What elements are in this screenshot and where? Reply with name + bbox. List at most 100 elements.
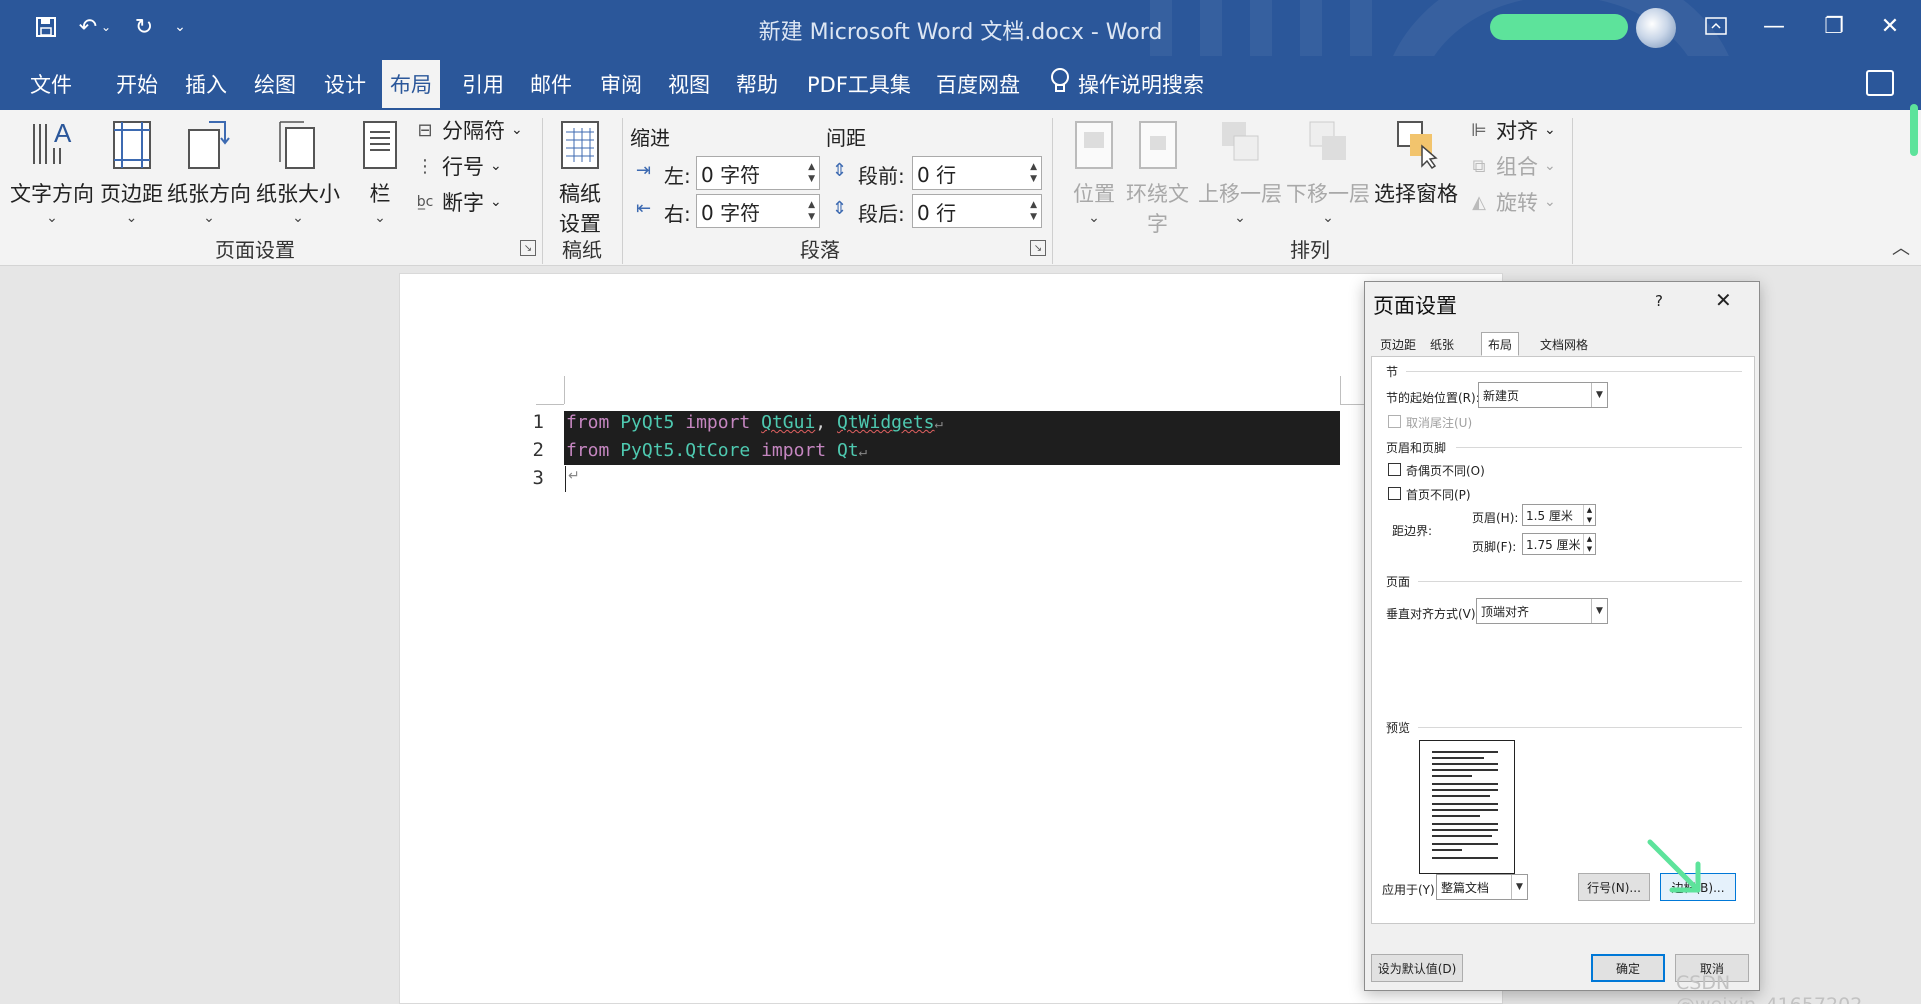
tab-mailings[interactable]: 邮件 (522, 60, 580, 108)
comments-icon[interactable] (1866, 70, 1894, 96)
group-divider (1572, 118, 1573, 264)
tab-paper[interactable]: 纸张 (1423, 332, 1461, 356)
margins-button[interactable]: 页边距 ⌄ (100, 118, 163, 226)
dialog-title: 页面设置 (1373, 294, 1457, 318)
apply-to-select[interactable]: 整篇文档 ▼ (1436, 874, 1528, 900)
orientation-button[interactable]: 纸张方向 ⌄ (167, 118, 251, 226)
first-page-label: 首页不同(P) (1406, 488, 1471, 502)
indent-left-value: 0 字符 (701, 162, 761, 187)
set-default-button[interactable]: 设为默认值(D) (1371, 954, 1463, 982)
header-distance-field[interactable]: 1.5 厘米 ▲ ▼ (1522, 504, 1596, 526)
columns-button[interactable]: 栏 ⌄ (356, 118, 404, 226)
code-line-1[interactable]: from PyQt5 import QtGui, QtWidgets↵ (566, 412, 943, 433)
indent-left-label: 左: (664, 164, 691, 188)
footer-distance-field[interactable]: 1.75 厘米 ▲ ▼ (1522, 533, 1596, 555)
hyphenation-icon: b̲c (416, 194, 434, 210)
indent-right-field[interactable]: 0 字符 ▲ ▼ (696, 194, 820, 228)
size-label: 纸张大小 (256, 182, 340, 206)
indent-left-field[interactable]: 0 字符 ▲ ▼ (696, 156, 820, 190)
indent-right-icon: ⇤ (636, 198, 652, 219)
align-label: 对齐 (1496, 119, 1538, 143)
avatar[interactable] (1636, 8, 1676, 48)
section-start-select[interactable]: 新建页 ▼ (1478, 382, 1608, 408)
manuscript-settings-button[interactable]: 稿纸 设置 (556, 118, 604, 238)
close-icon[interactable]: ✕ (1715, 288, 1732, 312)
tab-layout[interactable]: 布局 (1481, 332, 1520, 356)
tab-help[interactable]: 帮助 (728, 60, 786, 108)
title-bar: ↶ ⌄ ↻ ⌄ 新建 Microsoft Word 文档.docx - Word… (0, 0, 1921, 56)
preview-line (1432, 795, 1490, 797)
tab-layout[interactable]: 布局 (382, 60, 440, 108)
apply-to-value: 整篇文档 (1441, 880, 1490, 895)
text-direction-label: 文字方向 (10, 182, 94, 206)
code-line-2[interactable]: from PyQt5.QtCore import Qt↵ (566, 440, 867, 461)
group-button[interactable]: ⧉ 组合 ⌄ (1468, 150, 1556, 182)
code-identifier: QtWidgets (836, 412, 935, 433)
spin-arrows-icon[interactable]: ▲ ▼ (1030, 157, 1037, 189)
bring-forward-button[interactable]: 上移一层 ⌄ (1198, 118, 1282, 226)
preview-line (1432, 809, 1498, 811)
tab-review[interactable]: 审阅 (592, 60, 650, 108)
ribbon-display-options-icon[interactable] (1692, 6, 1740, 46)
paragraph-launcher-icon[interactable]: ↘ (1030, 240, 1046, 256)
group-divider (542, 118, 543, 264)
line-numbers-button[interactable]: ⋮ 行号 ⌄ (414, 150, 502, 182)
ok-button[interactable]: 确定 (1591, 954, 1665, 982)
scrollbar-thumb[interactable] (1910, 104, 1918, 156)
tab-file[interactable]: 文件 (22, 60, 80, 108)
svg-text:A: A (54, 118, 72, 148)
chevron-down-icon: ⌄ (1234, 210, 1246, 226)
tab-insert[interactable]: 插入 (177, 60, 235, 108)
spin-arrows-icon[interactable]: ▲ ▼ (1583, 505, 1595, 525)
tab-view[interactable]: 视图 (660, 60, 718, 108)
tab-baidu-netdisk[interactable]: 百度网盘 (928, 60, 1028, 108)
page-setup-launcher-icon[interactable]: ↘ (520, 240, 536, 256)
spacing-after-field[interactable]: 0 行 ▲ ▼ (912, 194, 1042, 228)
apply-to-label: 应用于(Y): (1382, 883, 1439, 897)
close-icon[interactable]: ✕ (1866, 6, 1914, 46)
selection-pane-button[interactable]: 选择窗格 (1374, 118, 1458, 208)
minimize-icon[interactable]: — (1750, 6, 1798, 46)
line-number: 2 (532, 439, 544, 461)
spin-arrows-icon[interactable]: ▲ ▼ (808, 195, 815, 227)
tab-home[interactable]: 开始 (108, 60, 166, 108)
first-page-checkbox[interactable] (1388, 487, 1401, 500)
tab-pdf-tools[interactable]: PDF工具集 (799, 60, 919, 108)
spin-arrows-icon[interactable]: ▲ ▼ (808, 157, 815, 189)
vertical-align-select[interactable]: 顶端对齐 ▼ (1476, 598, 1608, 624)
tab-design[interactable]: 设计 (316, 60, 374, 108)
wrap-text-icon (1134, 118, 1182, 172)
tab-document-grid[interactable]: 文档网格 (1533, 332, 1595, 356)
spacing-before-field[interactable]: 0 行 ▲ ▼ (912, 156, 1042, 190)
tab-margins[interactable]: 页边距 (1373, 332, 1423, 356)
tell-me-search[interactable]: 操作说明搜索 (1050, 66, 1204, 102)
indent-right-value: 0 字符 (701, 200, 761, 225)
tab-references[interactable]: 引用 (454, 60, 512, 108)
divider (1418, 727, 1742, 728)
send-backward-button[interactable]: 下移一层 ⌄ (1286, 118, 1370, 226)
spin-arrows-icon[interactable]: ▲ ▼ (1030, 195, 1037, 227)
restore-icon[interactable]: ❐ (1810, 6, 1858, 46)
line-numbers-button[interactable]: 行号(N)... (1578, 873, 1650, 901)
text-direction-button[interactable]: A 文字方向 ⌄ (10, 118, 94, 226)
preview-line (1432, 751, 1498, 753)
odd-even-checkbox[interactable] (1388, 463, 1401, 476)
line-number: 3 (532, 467, 544, 489)
spin-arrows-icon[interactable]: ▲ ▼ (1583, 534, 1595, 554)
collapse-ribbon-icon[interactable]: ︿ (1892, 234, 1910, 260)
code-separator: , (815, 412, 837, 433)
hyphenation-button[interactable]: b̲c 断字 ⌄ (414, 186, 502, 218)
preview-line (1432, 775, 1472, 777)
rotate-button[interactable]: ◭ 旋转 ⌄ (1468, 186, 1556, 218)
suppress-endnotes-checkbox[interactable] (1388, 415, 1401, 428)
wrap-text-button[interactable]: 环绕文 字 (1126, 118, 1189, 238)
help-icon[interactable]: ? (1655, 292, 1663, 310)
code-keyword: import (761, 440, 827, 461)
group-label: 组合 (1496, 155, 1538, 179)
align-button[interactable]: ⊫ 对齐 ⌄ (1468, 114, 1556, 146)
account-name[interactable] (1490, 14, 1628, 40)
tab-draw[interactable]: 绘图 (246, 60, 304, 108)
position-button[interactable]: 位置 ⌄ (1070, 118, 1118, 226)
breaks-button[interactable]: ⊟ 分隔符 ⌄ (414, 114, 522, 146)
size-button[interactable]: 纸张大小 ⌄ (256, 118, 340, 226)
